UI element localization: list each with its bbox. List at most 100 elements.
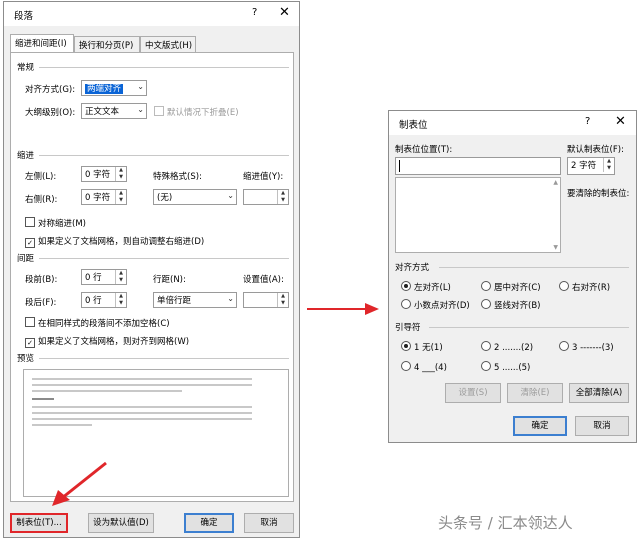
spin-arrows-icon[interactable]: ▲ ▼ [115,190,126,204]
dialog-title: 制表位 [399,120,428,131]
chevron-down-icon: ⌄ [227,294,234,303]
preview-line [32,418,252,420]
preview-line [32,384,252,386]
tab-stops-dialog: 制表位 ? ✕ 制表位位置(T): ▲ ▼ 默认制表位(F): 2 字符 ▲ ▼ … [388,110,637,443]
line-spacing-select[interactable]: 单倍行距 ⌄ [153,292,237,308]
spin-arrows-icon[interactable]: ▲ ▼ [603,158,614,172]
radio-circle [481,361,491,371]
align-decimal-radio[interactable]: 小数点对齐(D) [401,299,470,311]
tab-stops-button[interactable]: 制表位(T)... [10,513,68,533]
radio-circle [559,281,569,291]
watermark: 头条号 / 汇本领达人 [438,514,573,532]
spin-arrows-icon[interactable]: ▲ ▼ [277,190,288,204]
leader-4-radio[interactable]: 4 ___(4) [401,361,447,373]
radio-circle [481,299,491,309]
alignment-section-title: 对齐方式 [395,263,430,273]
tab-stop-position-input[interactable] [395,157,561,175]
space-before-spinner[interactable]: 0 行 ▲ ▼ [81,269,127,285]
tab-line-page-breaks[interactable]: 换行和分页(P) [74,36,140,52]
default-tab-stops-spinner[interactable]: 2 字符 ▲ ▼ [567,157,615,175]
at-spinner[interactable]: ▲ ▼ [243,292,289,308]
radio-circle [481,341,491,351]
align-left-radio[interactable]: 左对齐(L) [401,281,451,293]
leader-5-radio[interactable]: 5 ......(5) [481,361,530,373]
leader-1-label: 1 无(1) [414,343,443,353]
preview-line [32,390,182,392]
right-indent-spinner[interactable]: 0 字符 ▲ ▼ [81,189,127,205]
radio-circle [401,341,411,351]
auto-adjust-checkbox[interactable]: ✓ 如果定义了文档网格，则自动调整右缩进(D) [25,235,204,248]
clear-button[interactable]: 清除(E) [507,383,563,403]
tab-asian-typography[interactable]: 中文版式(H) [140,36,196,52]
preview-line [32,406,252,408]
align-right-label: 右对齐(R) [572,283,611,293]
radio-circle [401,361,411,371]
outline-level-value: 正文文本 [85,107,120,117]
at-label: 设置值(A): [243,275,284,285]
tab-indent-spacing[interactable]: 缩进和间距(I) [10,34,74,53]
help-icon[interactable]: ? [585,116,590,127]
divider [39,258,289,259]
divider [439,267,629,268]
tab-panel: 常规 对齐方式(G): 两端对齐 ⌄ 大纲级别(O): 正文文本 ⌄ 默认情况下… [10,52,294,502]
cancel-button[interactable]: 取消 [244,513,294,533]
align-bar-radio[interactable]: 竖线对齐(B) [481,299,540,311]
alignment-select[interactable]: 两端对齐 ⌄ [81,80,147,96]
snap-grid-label: 如果定义了文档网格，则对齐到网格(W) [38,337,190,347]
outline-level-select[interactable]: 正文文本 ⌄ [81,103,147,119]
auto-adjust-label: 如果定义了文档网格，则自动调整右缩进(D) [38,237,205,247]
check-icon: ✓ [25,338,35,348]
chevron-down-icon: ⌄ [137,82,144,91]
dialog-title: 段落 [14,11,34,22]
default-tab-stops-label: 默认制表位(F): [567,145,624,155]
close-icon[interactable]: ✕ [279,5,290,20]
space-after-spinner[interactable]: 0 行 ▲ ▼ [81,292,127,308]
special-indent-label: 特殊格式(S): [153,172,202,182]
tab-stop-list[interactable]: ▲ ▼ [395,177,561,253]
spin-arrows-icon[interactable]: ▲ ▼ [115,270,126,284]
space-before-label: 段前(B): [25,275,58,285]
left-indent-spinner[interactable]: 0 字符 ▲ ▼ [81,166,127,182]
set-button[interactable]: 设置(S) [445,383,501,403]
align-right-radio[interactable]: 右对齐(R) [559,281,610,293]
ok-button[interactable]: 确定 [184,513,234,533]
paragraph-dialog: 段落 ? ✕ 缩进和间距(I) 换行和分页(P) 中文版式(H) 常规 对齐方式… [3,1,300,538]
checkbox-box [25,217,35,227]
close-icon[interactable]: ✕ [615,114,626,129]
scroll-up-icon[interactable]: ▲ [553,179,558,186]
help-icon[interactable]: ? [252,7,257,18]
leader-3-radio[interactable]: 3 -------(3) [559,341,614,353]
scroll-down-icon[interactable]: ▼ [553,244,558,251]
text-cursor [399,160,400,172]
special-indent-value: (无) [157,193,173,203]
radio-circle [401,299,411,309]
mirror-indent-checkbox[interactable]: 对称缩进(M) [25,217,86,229]
checkbox-box [25,317,35,327]
space-before-value: 0 行 [85,273,102,283]
chevron-down-icon: ⌄ [227,191,234,200]
collapse-label: 默认情况下折叠(E) [167,108,239,118]
snap-grid-checkbox[interactable]: ✓ 如果定义了文档网格，则对齐到网格(W) [25,335,189,348]
preview-section-title: 预览 [17,354,35,364]
title-bar: 制表位 ? ✕ [389,111,636,135]
spin-arrows-icon[interactable]: ▲ ▼ [115,167,126,181]
leader-4-label: 4 ___(4) [414,363,447,373]
special-indent-select[interactable]: (无) ⌄ [153,189,237,205]
general-section-title: 常规 [17,63,35,73]
no-space-checkbox[interactable]: 在相同样式的段落间不添加空格(C) [25,317,170,329]
set-default-button[interactable]: 设为默认值(D) [88,513,154,533]
check-icon: ✓ [25,238,35,248]
ok-button[interactable]: 确定 [513,416,567,436]
cancel-button[interactable]: 取消 [575,416,629,436]
leader-1-radio[interactable]: 1 无(1) [401,341,443,353]
leader-2-radio[interactable]: 2 .......(2) [481,341,533,353]
indent-by-spinner[interactable]: ▲ ▼ [243,189,289,205]
line-spacing-value: 单倍行距 [157,296,192,306]
indent-by-label: 缩进值(Y): [243,172,284,182]
leader-section-title: 引导符 [395,323,421,333]
spin-arrows-icon[interactable]: ▲ ▼ [277,293,288,307]
align-center-radio[interactable]: 居中对齐(C) [481,281,541,293]
spin-arrows-icon[interactable]: ▲ ▼ [115,293,126,307]
preview-line [32,412,252,414]
clear-all-button[interactable]: 全部清除(A) [569,383,629,403]
